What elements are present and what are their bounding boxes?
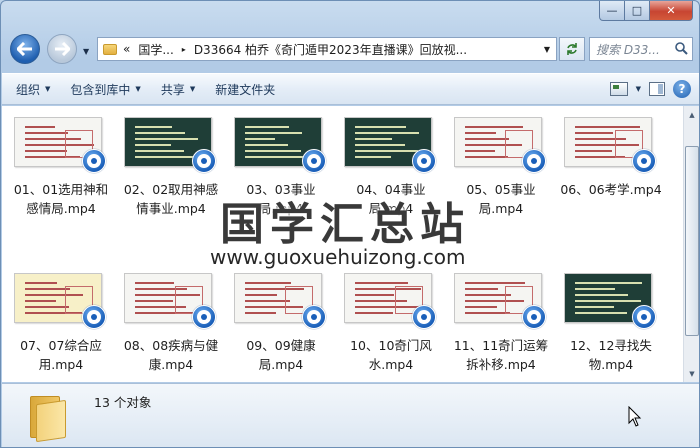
breadcrumb-segment[interactable]: D33664 柏乔《奇门遁甲2023年直播课》回放视... bbox=[194, 41, 467, 58]
vertical-scrollbar[interactable]: ▲ ▼ bbox=[683, 106, 699, 382]
file-name: 10、10奇门风水.mp4 bbox=[350, 338, 432, 372]
include-in-library-label: 包含到库中 bbox=[70, 82, 131, 97]
media-player-icon bbox=[82, 149, 106, 173]
chevron-down-icon: ▼ bbox=[45, 85, 51, 93]
recent-pages-chevron-down-icon[interactable]: ▼ bbox=[83, 47, 89, 56]
media-player-icon bbox=[522, 305, 546, 329]
organize-button[interactable]: 组织 ▼ bbox=[16, 81, 50, 98]
file-name: 09、09健康局.mp4 bbox=[246, 338, 316, 372]
toolbar-right-group: ▼ ? bbox=[609, 80, 691, 98]
media-player-icon bbox=[412, 305, 436, 329]
file-item[interactable]: 06、06考学.mp4 bbox=[558, 106, 664, 226]
file-name: 06、06考学.mp4 bbox=[560, 182, 662, 197]
address-bar[interactable]: « 国学... ▸ D33664 柏乔《奇门遁甲2023年直播课》回放视... … bbox=[97, 37, 557, 61]
minimize-button[interactable]: — bbox=[599, 1, 625, 21]
file-name: 07、07综合应用.mp4 bbox=[20, 338, 102, 372]
explorer-window: — □ ✕ ▼ « 国学... ▸ D33664 柏乔《奇门遁甲2023年直播课… bbox=[0, 0, 700, 448]
file-item[interactable]: 08、08疾病与健康.mp4 bbox=[118, 262, 224, 382]
scroll-down-icon[interactable]: ▼ bbox=[684, 365, 699, 382]
file-list: 12、12寻找失物.mp4 11、11奇门运筹拆补移.mp4 10、10奇门风水.m… bbox=[2, 106, 683, 382]
share-label: 共享 bbox=[160, 82, 185, 97]
folder-icon bbox=[30, 392, 72, 443]
file-name: 11、11奇门运筹拆补移.mp4 bbox=[453, 338, 549, 372]
media-player-icon bbox=[632, 305, 656, 329]
file-item[interactable]: 07、07综合应用.mp4 bbox=[8, 262, 114, 382]
share-button[interactable]: 共享 ▼ bbox=[161, 81, 195, 98]
chevron-down-icon: ▼ bbox=[189, 85, 196, 93]
breadcrumb-segment[interactable]: 国学... bbox=[138, 41, 173, 58]
search-placeholder: 搜索 D33... bbox=[596, 42, 660, 57]
preview-pane-icon[interactable] bbox=[649, 82, 665, 96]
media-player-icon bbox=[192, 305, 216, 329]
media-player-icon bbox=[302, 149, 326, 173]
back-button[interactable] bbox=[10, 34, 40, 64]
watermark-url: www.guoxuehuizong.com bbox=[210, 245, 466, 269]
item-count: 13 个对象 bbox=[94, 395, 152, 410]
media-player-icon bbox=[82, 305, 106, 329]
media-player-icon bbox=[522, 149, 546, 173]
command-bar: 组织 ▼ 包含到库中 ▼ 共享 ▼ 新建文件夹 ▼ ? bbox=[2, 73, 699, 105]
details-pane: 13 个对象 bbox=[2, 383, 699, 447]
forward-button[interactable] bbox=[47, 34, 77, 64]
chevron-down-icon: ▼ bbox=[135, 85, 141, 93]
scroll-thumb[interactable] bbox=[685, 146, 699, 336]
file-name: 08、08疾病与健康.mp4 bbox=[123, 338, 219, 372]
file-name: 02、02取用神感情事业.mp4 bbox=[123, 182, 219, 216]
file-item[interactable]: 01、01选用神和感情局.mp4 bbox=[8, 106, 114, 226]
new-folder-button[interactable]: 新建文件夹 bbox=[215, 81, 275, 98]
address-overflow[interactable]: « bbox=[123, 42, 130, 56]
file-name: 12、12寻找失物.mp4 bbox=[570, 338, 652, 372]
file-name: 01、01选用神和感情局.mp4 bbox=[13, 182, 109, 216]
media-player-icon bbox=[412, 149, 436, 173]
watermark-text: 国学汇总站 bbox=[220, 199, 470, 250]
maximize-button[interactable]: □ bbox=[625, 1, 650, 21]
arrow-right-icon bbox=[55, 42, 70, 56]
refresh-icon bbox=[567, 43, 577, 55]
organize-label: 组织 bbox=[16, 82, 41, 97]
change-view-icon[interactable] bbox=[609, 82, 628, 96]
new-folder-label: 新建文件夹 bbox=[215, 82, 276, 97]
media-player-icon bbox=[632, 149, 656, 173]
include-in-library-button[interactable]: 包含到库中 ▼ bbox=[70, 81, 140, 98]
file-item[interactable]: 11、11奇门运筹拆补移.mp4 bbox=[448, 262, 554, 382]
file-item[interactable]: 02、02取用神感情事业.mp4 bbox=[118, 106, 224, 226]
media-player-icon bbox=[192, 149, 216, 173]
navigation-row: ▼ « 国学... ▸ D33664 柏乔《奇门遁甲2023年直播课》回放视..… bbox=[1, 31, 699, 69]
help-icon[interactable]: ? bbox=[673, 80, 691, 98]
breadcrumb-separator-icon[interactable]: ▸ bbox=[182, 45, 186, 54]
file-item[interactable]: 12、12寻找失物.mp4 bbox=[558, 262, 664, 382]
search-input[interactable]: 搜索 D33... bbox=[589, 37, 693, 61]
file-item[interactable]: 09、09健康局.mp4 bbox=[228, 262, 334, 382]
view-chevron-down-icon[interactable]: ▼ bbox=[636, 85, 641, 93]
caption-buttons: — □ ✕ bbox=[599, 1, 693, 21]
refresh-button[interactable] bbox=[559, 37, 585, 61]
mouse-cursor-icon bbox=[628, 406, 642, 427]
scroll-up-icon[interactable]: ▲ bbox=[684, 106, 699, 123]
address-chevron-down-icon[interactable]: ▼ bbox=[544, 45, 550, 54]
folder-icon bbox=[103, 43, 117, 55]
file-item[interactable]: 10、10奇门风水.mp4 bbox=[338, 262, 444, 382]
arrow-left-icon bbox=[17, 42, 32, 56]
close-button[interactable]: ✕ bbox=[650, 1, 693, 21]
media-player-icon bbox=[302, 305, 326, 329]
search-icon[interactable] bbox=[674, 41, 688, 55]
